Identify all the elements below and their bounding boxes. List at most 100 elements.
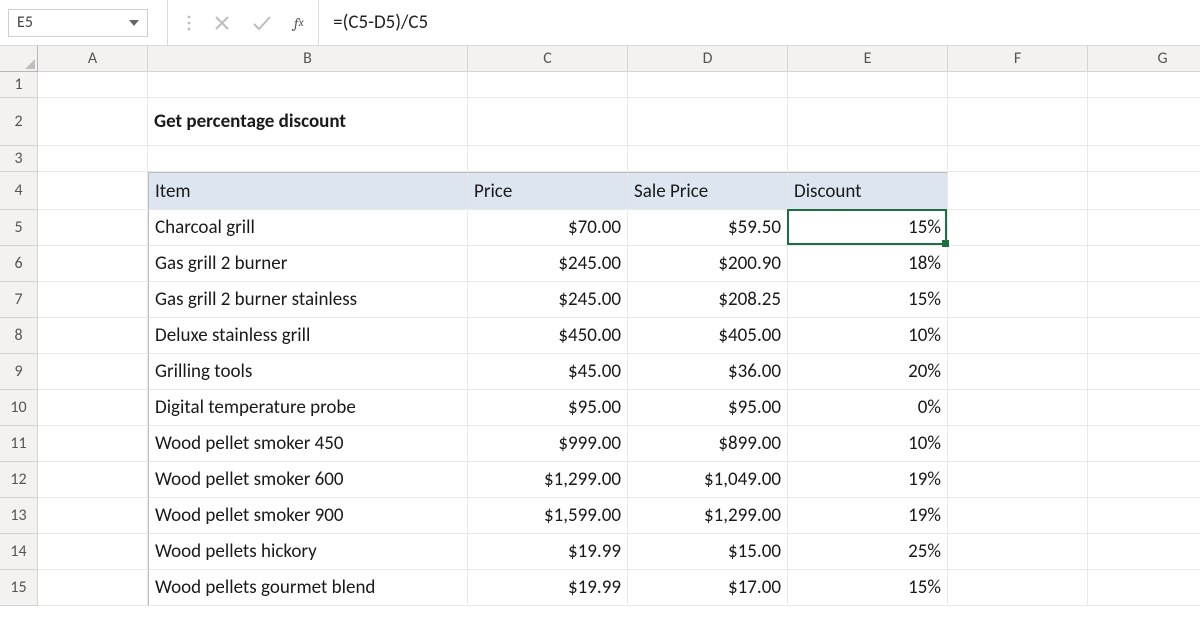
- table-header[interactable]: Price: [468, 172, 628, 210]
- price-cell[interactable]: $70.00: [468, 210, 628, 246]
- cell[interactable]: [948, 172, 1088, 210]
- discount-cell[interactable]: 15%: [788, 282, 948, 318]
- discount-cell[interactable]: 15%: [788, 570, 948, 606]
- cell[interactable]: [948, 210, 1088, 246]
- sale-price-cell[interactable]: $405.00: [628, 318, 788, 354]
- sale-price-cell[interactable]: $1,299.00: [628, 498, 788, 534]
- sale-price-cell[interactable]: $200.90: [628, 246, 788, 282]
- row-header[interactable]: 10: [0, 390, 38, 426]
- cell[interactable]: [38, 354, 148, 390]
- item-cell[interactable]: Wood pellets gourmet blend: [148, 570, 468, 606]
- cell[interactable]: [1088, 462, 1200, 498]
- cell[interactable]: [1088, 72, 1200, 98]
- sale-price-cell[interactable]: $1,049.00: [628, 462, 788, 498]
- sale-price-cell[interactable]: $95.00: [628, 390, 788, 426]
- discount-cell[interactable]: 19%: [788, 462, 948, 498]
- cell[interactable]: [38, 498, 148, 534]
- discount-cell[interactable]: 10%: [788, 426, 948, 462]
- column-header[interactable]: C: [468, 46, 628, 72]
- sale-price-cell[interactable]: $15.00: [628, 534, 788, 570]
- column-header[interactable]: F: [948, 46, 1088, 72]
- cell[interactable]: [38, 390, 148, 426]
- discount-cell[interactable]: 19%: [788, 498, 948, 534]
- row-header[interactable]: 6: [0, 246, 38, 282]
- cell[interactable]: [948, 146, 1088, 172]
- cell[interactable]: [38, 462, 148, 498]
- discount-cell[interactable]: 18%: [788, 246, 948, 282]
- row-header[interactable]: 4: [0, 172, 38, 210]
- cell[interactable]: [1088, 98, 1200, 146]
- cell[interactable]: [1088, 354, 1200, 390]
- spreadsheet-grid[interactable]: ABCDEFG12Get percentage discount34ItemPr…: [0, 46, 1200, 606]
- discount-cell[interactable]: 20%: [788, 354, 948, 390]
- cell[interactable]: [948, 570, 1088, 606]
- row-header[interactable]: 1: [0, 72, 38, 98]
- cell[interactable]: [468, 146, 628, 172]
- cell[interactable]: [1088, 282, 1200, 318]
- cell[interactable]: [948, 534, 1088, 570]
- cell[interactable]: [38, 210, 148, 246]
- item-cell[interactable]: Charcoal grill: [148, 210, 468, 246]
- sale-price-cell[interactable]: $17.00: [628, 570, 788, 606]
- formula-expand-icon[interactable]: [186, 14, 192, 32]
- cell[interactable]: [628, 72, 788, 98]
- cell[interactable]: [38, 282, 148, 318]
- discount-cell[interactable]: 25%: [788, 534, 948, 570]
- row-header[interactable]: 8: [0, 318, 38, 354]
- item-cell[interactable]: Gas grill 2 burner stainless: [148, 282, 468, 318]
- cell[interactable]: [38, 534, 148, 570]
- enter-icon[interactable]: [252, 15, 272, 31]
- sale-price-cell[interactable]: $208.25: [628, 282, 788, 318]
- price-cell[interactable]: $1,299.00: [468, 462, 628, 498]
- price-cell[interactable]: $245.00: [468, 282, 628, 318]
- row-header[interactable]: 7: [0, 282, 38, 318]
- cell[interactable]: [948, 98, 1088, 146]
- column-header[interactable]: A: [38, 46, 148, 72]
- row-header[interactable]: 15: [0, 570, 38, 606]
- table-header[interactable]: Sale Price: [628, 172, 788, 210]
- select-all-corner[interactable]: [0, 46, 38, 72]
- row-header[interactable]: 5: [0, 210, 38, 246]
- cell[interactable]: [148, 146, 468, 172]
- discount-cell[interactable]: 15%: [788, 210, 948, 246]
- cancel-icon[interactable]: [214, 15, 230, 31]
- column-header[interactable]: E: [788, 46, 948, 72]
- price-cell[interactable]: $999.00: [468, 426, 628, 462]
- cell[interactable]: [38, 98, 148, 146]
- cell[interactable]: [628, 98, 788, 146]
- cell[interactable]: [1088, 534, 1200, 570]
- row-header[interactable]: 9: [0, 354, 38, 390]
- cell[interactable]: [948, 246, 1088, 282]
- cell[interactable]: [1088, 246, 1200, 282]
- price-cell[interactable]: $245.00: [468, 246, 628, 282]
- cell[interactable]: [948, 426, 1088, 462]
- cell[interactable]: [38, 246, 148, 282]
- cell[interactable]: [788, 72, 948, 98]
- discount-cell[interactable]: 10%: [788, 318, 948, 354]
- price-cell[interactable]: $19.99: [468, 570, 628, 606]
- table-header[interactable]: Item: [148, 172, 468, 210]
- cell[interactable]: [948, 354, 1088, 390]
- item-cell[interactable]: Wood pellet smoker 450: [148, 426, 468, 462]
- row-header[interactable]: 12: [0, 462, 38, 498]
- column-header[interactable]: D: [628, 46, 788, 72]
- price-cell[interactable]: $45.00: [468, 354, 628, 390]
- cell[interactable]: [38, 570, 148, 606]
- cell[interactable]: [1088, 498, 1200, 534]
- row-header[interactable]: 14: [0, 534, 38, 570]
- cell[interactable]: [1088, 426, 1200, 462]
- cell[interactable]: [1088, 146, 1200, 172]
- cell[interactable]: [468, 72, 628, 98]
- row-header[interactable]: 13: [0, 498, 38, 534]
- cell[interactable]: [788, 146, 948, 172]
- cell[interactable]: [948, 282, 1088, 318]
- price-cell[interactable]: $19.99: [468, 534, 628, 570]
- sale-price-cell[interactable]: $36.00: [628, 354, 788, 390]
- cell[interactable]: [948, 318, 1088, 354]
- row-header[interactable]: 11: [0, 426, 38, 462]
- insert-function-icon[interactable]: fx: [294, 14, 304, 32]
- item-cell[interactable]: Gas grill 2 burner: [148, 246, 468, 282]
- price-cell[interactable]: $1,599.00: [468, 498, 628, 534]
- table-header[interactable]: Discount: [788, 172, 948, 210]
- cell[interactable]: [1088, 318, 1200, 354]
